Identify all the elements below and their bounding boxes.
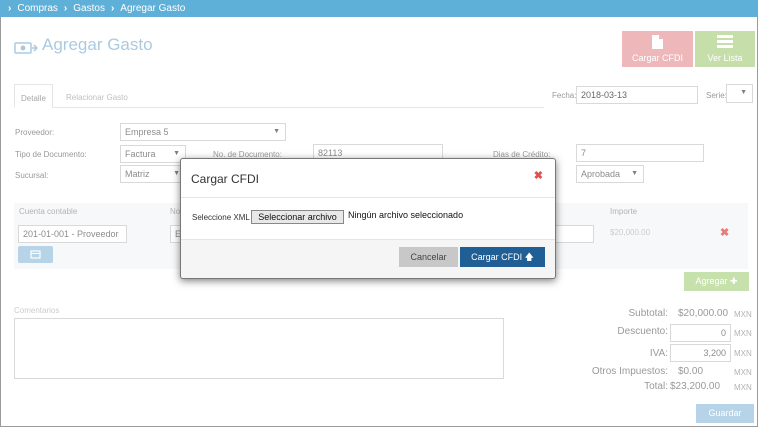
cancelar-button[interactable]: Cancelar — [399, 247, 458, 267]
breadcrumb-gastos[interactable]: Gastos — [73, 3, 105, 14]
arrow-up-icon: 🡅 — [524, 252, 534, 262]
chevron-right-icon: › — [110, 3, 115, 14]
breadcrumb-compras[interactable]: Compras — [17, 3, 58, 14]
cargar-cfdi-submit-label: Cargar CFDI — [471, 252, 523, 262]
breadcrumb-agregar-gasto: Agregar Gasto — [120, 3, 186, 14]
chevron-right-icon: › — [63, 3, 68, 14]
modal-divider — [181, 197, 555, 198]
seleccionar-archivo-button[interactable]: Seleccionar archivo — [251, 210, 344, 224]
seleccione-xml-label: Seleccione XML — [192, 213, 250, 222]
chevron-right-icon: › — [8, 3, 12, 14]
close-icon[interactable]: ✖ — [534, 169, 543, 182]
modal-title: Cargar CFDI — [191, 172, 260, 186]
cargar-cfdi-modal: Cargar CFDI ✖ Seleccione XML Seleccionar… — [180, 158, 556, 279]
breadcrumb: › Compras › Gastos › Agregar Gasto — [0, 0, 758, 17]
file-status-text: Ningún archivo seleccionado — [348, 210, 464, 220]
cargar-cfdi-submit-button[interactable]: Cargar CFDI 🡅 — [460, 247, 545, 267]
